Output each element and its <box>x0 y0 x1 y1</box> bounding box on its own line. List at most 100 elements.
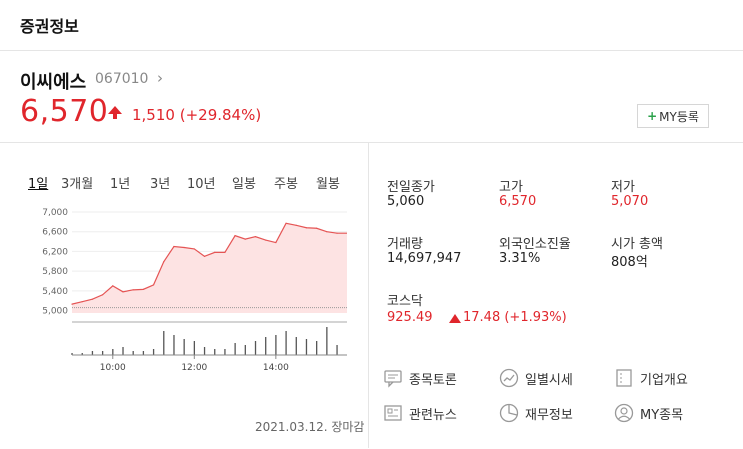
price-point <box>173 245 175 248</box>
my-register-button[interactable]: + MY등록 <box>637 104 709 128</box>
volume-bar <box>336 345 338 355</box>
low-value: 5,070 <box>611 194 649 209</box>
price-point <box>275 241 277 244</box>
current-price: 6,570 <box>20 94 109 129</box>
tab-3month[interactable]: 3개월 <box>61 173 93 192</box>
price-point <box>285 222 287 224</box>
price-point <box>214 251 216 253</box>
volume-bar <box>112 349 114 355</box>
section-header: 증권정보 <box>0 0 743 51</box>
market-cap-value: 808억 <box>611 255 648 270</box>
low-label: 저가 <box>611 180 635 195</box>
price-point <box>224 251 226 253</box>
volume-bar <box>132 351 134 355</box>
prev-close-value: 5,060 <box>387 194 425 209</box>
discussion-label: 종목토론 <box>409 372 457 388</box>
volume-bar <box>163 331 165 355</box>
y-tick-label: 6,200 <box>42 247 68 257</box>
x-tick-label: 10:00 <box>100 363 126 373</box>
price-point <box>336 232 338 234</box>
trend-line-icon <box>499 368 519 388</box>
price-point <box>316 227 318 229</box>
tab-daily-candle[interactable]: 일봉 <box>232 173 256 192</box>
high-value: 6,570 <box>499 194 537 209</box>
price-point <box>326 231 328 233</box>
price-point <box>203 255 206 257</box>
volume-bar <box>316 341 318 355</box>
volume-bar <box>193 341 196 355</box>
price-point <box>112 285 114 287</box>
daily-price-label: 일별시세 <box>525 372 573 388</box>
y-tick-label: 6,600 <box>42 228 68 238</box>
chevron-right-icon[interactable]: › <box>157 69 163 87</box>
tab-monthly-candle[interactable]: 월봉 <box>316 173 340 192</box>
daily-price-link[interactable]: 일별시세 <box>499 368 573 388</box>
volume-bar <box>326 327 328 355</box>
volume-bar <box>224 349 226 355</box>
price-point <box>234 235 236 237</box>
price-point <box>142 288 144 290</box>
related-news-label: 관련뉴스 <box>409 407 457 423</box>
volume-bar <box>285 331 287 355</box>
company-overview-link[interactable]: 기업개요 <box>614 368 688 388</box>
price-point <box>132 289 134 291</box>
tab-10year[interactable]: 10년 <box>187 173 216 192</box>
section-title: 증권정보 <box>20 17 79 36</box>
price-change: 1,510 (+29.84%) <box>132 106 261 124</box>
panel-divider <box>368 142 369 448</box>
volume-label: 거래량 <box>387 237 423 252</box>
volume-bar <box>142 351 145 355</box>
financial-info-label: 재무정보 <box>525 407 573 423</box>
volume-bar <box>173 335 175 355</box>
pie-chart-icon <box>499 403 519 423</box>
price-point <box>163 261 165 263</box>
volume-bar <box>91 351 94 355</box>
discussion-link[interactable]: 종목토론 <box>383 368 457 388</box>
newspaper-icon <box>384 405 402 421</box>
price-point <box>305 227 308 229</box>
x-tick-label: 14:00 <box>263 363 289 373</box>
stock-code[interactable]: 067010 <box>95 71 148 87</box>
tab-weekly-candle[interactable]: 주봉 <box>274 173 298 192</box>
volume-bar <box>152 349 155 355</box>
volume-value: 14,697,947 <box>387 251 462 266</box>
x-tick-label: 12:00 <box>181 363 207 373</box>
price-point <box>101 294 104 296</box>
volume-bar <box>203 347 206 355</box>
foreign-ratio-label: 외국인소진율 <box>499 237 571 252</box>
related-news-link[interactable]: 관련뉴스 <box>383 403 457 423</box>
y-tick-label: 7,000 <box>42 208 68 218</box>
tab-1year[interactable]: 1년 <box>110 173 130 192</box>
price-area <box>72 223 347 313</box>
price-point <box>265 239 267 241</box>
price-point <box>152 284 155 286</box>
price-point <box>254 236 257 238</box>
kosdaq-up-icon <box>449 314 461 323</box>
plus-icon: + <box>647 109 658 123</box>
intraday-price-chart: 7,000 6,600 6,200 5,800 5,400 5,000 10:00 12:00… <box>42 208 347 373</box>
foreign-ratio-value: 3.31% <box>499 251 541 266</box>
stock-name-link[interactable]: 이씨에스 <box>20 68 86 94</box>
company-overview-label: 기업개요 <box>640 372 688 388</box>
my-stocks-label: MY종목 <box>640 407 684 423</box>
y-tick-label: 5,400 <box>42 287 68 297</box>
price-point <box>183 246 185 249</box>
price-point <box>193 248 195 250</box>
speech-bubble-icon <box>384 370 402 388</box>
price-point <box>91 298 93 300</box>
volume-bar <box>101 351 104 355</box>
price-point <box>122 291 124 293</box>
price-change-amount: 1,510 <box>132 106 175 124</box>
volume-bar <box>214 349 216 355</box>
financial-info-link[interactable]: 재무정보 <box>499 403 573 423</box>
tab-1day[interactable]: 1일 <box>28 173 48 192</box>
kosdaq-label: 코스닥 <box>387 294 423 309</box>
tab-3year[interactable]: 3년 <box>150 173 170 192</box>
price-change-percent: (+29.84%) <box>179 106 262 124</box>
high-label: 고가 <box>499 180 523 195</box>
y-tick-label: 5,800 <box>42 267 68 277</box>
my-stocks-link[interactable]: MY종목 <box>614 403 683 423</box>
volume-bar <box>254 341 257 355</box>
volume-bar <box>275 335 277 355</box>
volume-bar <box>265 337 267 355</box>
